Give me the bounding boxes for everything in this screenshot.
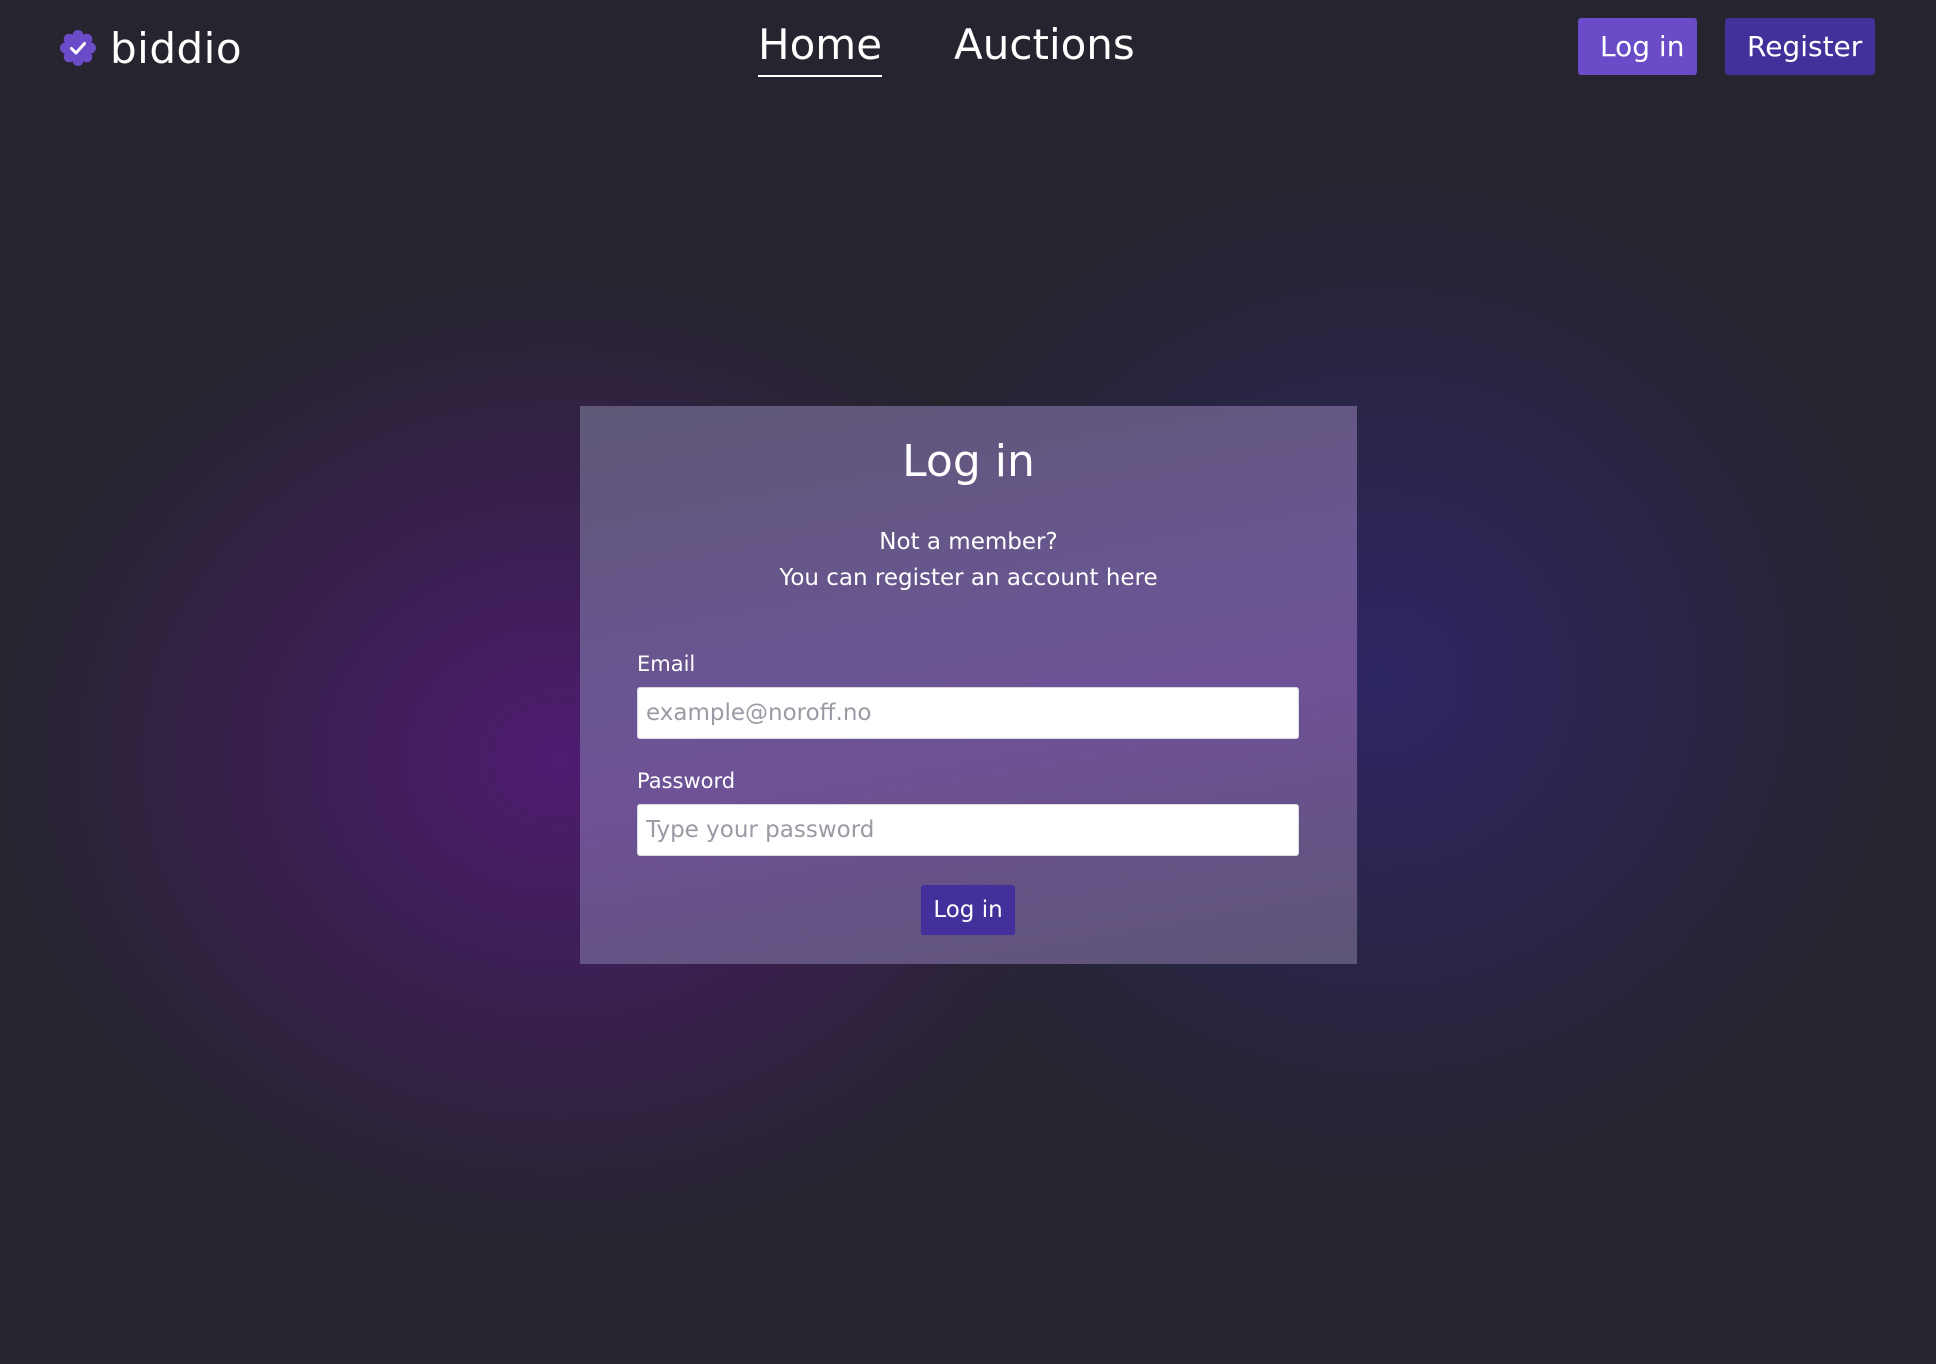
header-register-button[interactable]: Register bbox=[1725, 18, 1875, 75]
main-nav: Home Auctions bbox=[758, 20, 1135, 77]
site-header: biddio Home Auctions Log in Register bbox=[0, 0, 1936, 96]
brand-logo[interactable]: biddio bbox=[58, 22, 242, 74]
nav-link-auctions[interactable]: Auctions bbox=[954, 20, 1135, 77]
nav-link-home[interactable]: Home bbox=[758, 20, 883, 77]
password-field[interactable] bbox=[637, 804, 1299, 856]
password-label: Password bbox=[637, 769, 736, 793]
brand-name: biddio bbox=[110, 23, 243, 73]
register-link[interactable]: You can register an account here bbox=[779, 565, 1157, 591]
login-submit-button[interactable]: Log in bbox=[921, 885, 1015, 935]
login-title: Log in bbox=[902, 436, 1035, 487]
header-login-button[interactable]: Log in bbox=[1578, 18, 1697, 75]
email-label: Email bbox=[637, 652, 696, 676]
register-prompt-line1: Not a member? bbox=[879, 529, 1058, 555]
register-prompt: Not a member? You can register an accoun… bbox=[580, 524, 1357, 596]
badge-check-icon bbox=[60, 30, 96, 66]
email-field[interactable] bbox=[637, 687, 1299, 739]
login-card: Log in Not a member? You can register an… bbox=[580, 406, 1357, 964]
